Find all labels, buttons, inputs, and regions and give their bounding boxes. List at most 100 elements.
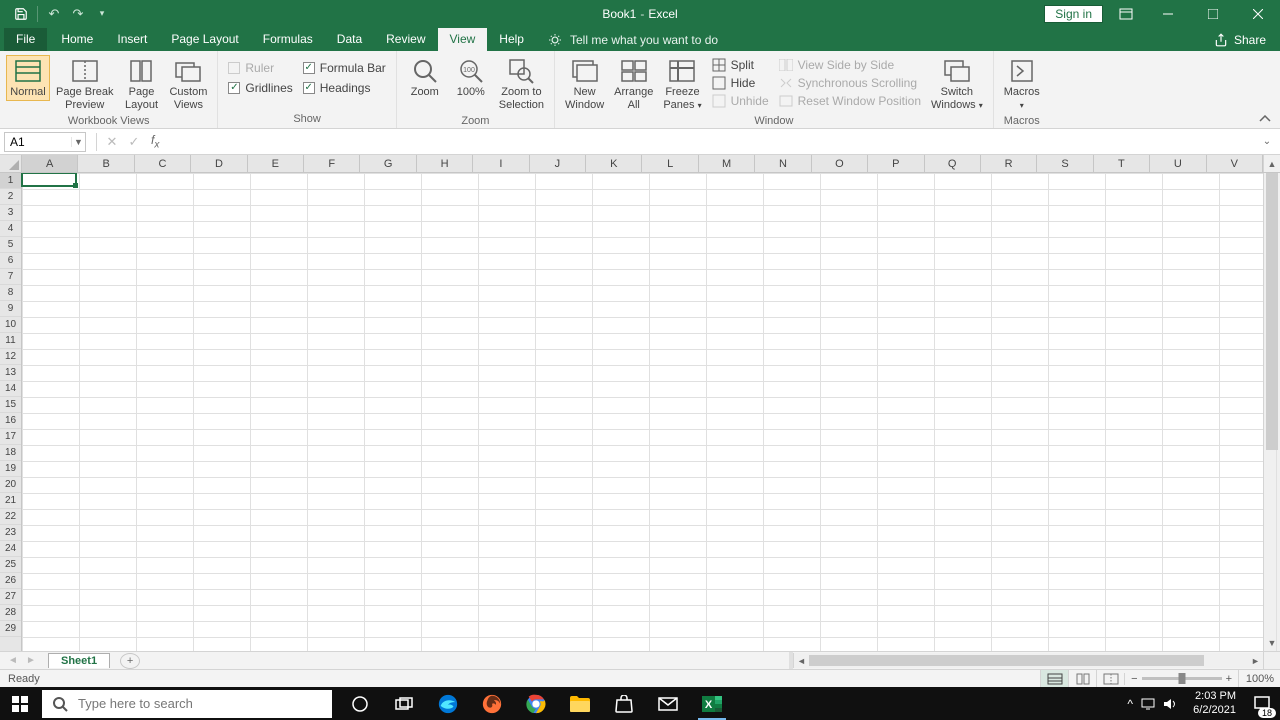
name-box-dropdown[interactable]: ▼: [71, 137, 85, 147]
page-break-preview-button[interactable]: Page Break Preview: [52, 55, 117, 113]
column-header[interactable]: F: [304, 155, 360, 172]
custom-views-button[interactable]: Custom Views: [165, 55, 211, 113]
close-button[interactable]: [1235, 0, 1280, 27]
mail-icon[interactable]: [648, 687, 688, 720]
row-header[interactable]: 14: [0, 381, 21, 397]
tab-file[interactable]: File: [4, 28, 47, 51]
row-header[interactable]: 10: [0, 317, 21, 333]
taskbar-clock[interactable]: 2:03 PM 6/2/2021: [1185, 690, 1244, 716]
vertical-scroll-thumb[interactable]: [1266, 173, 1278, 450]
switch-windows-button[interactable]: Switch Windows ▾: [927, 55, 987, 113]
taskbar-search[interactable]: Type here to search: [42, 690, 332, 718]
save-button[interactable]: [10, 3, 32, 25]
zoom-to-selection-button[interactable]: Zoom to Selection: [495, 55, 548, 113]
file-explorer-icon[interactable]: [560, 687, 600, 720]
page-layout-view-button[interactable]: Page Layout: [119, 55, 163, 113]
tray-volume-icon[interactable]: [1163, 698, 1185, 710]
zoom-100-button[interactable]: 100 100%: [449, 55, 493, 101]
formula-input[interactable]: [165, 132, 1258, 152]
zoom-out-button[interactable]: −: [1131, 673, 1137, 685]
row-header[interactable]: 21: [0, 493, 21, 509]
zoom-percentage[interactable]: 100%: [1238, 670, 1280, 687]
macros-button[interactable]: Macros▾: [1000, 55, 1044, 113]
column-header[interactable]: O: [812, 155, 868, 172]
split-button[interactable]: Split: [708, 57, 773, 73]
undo-button[interactable]: ↶: [43, 3, 65, 25]
row-header[interactable]: 26: [0, 573, 21, 589]
headings-checkbox[interactable]: Headings: [303, 81, 386, 95]
column-header[interactable]: S: [1037, 155, 1093, 172]
task-view-icon[interactable]: [384, 687, 424, 720]
column-header[interactable]: N: [755, 155, 811, 172]
row-header[interactable]: 25: [0, 557, 21, 573]
horizontal-scroll-thumb[interactable]: [809, 655, 1204, 666]
row-header[interactable]: 7: [0, 269, 21, 285]
scroll-left-button[interactable]: ◄: [794, 653, 809, 668]
scroll-down-button[interactable]: ▼: [1264, 634, 1280, 651]
cortana-icon[interactable]: [340, 687, 380, 720]
gridlines-checkbox[interactable]: Gridlines: [228, 81, 292, 95]
row-header[interactable]: 9: [0, 301, 21, 317]
row-header[interactable]: 11: [0, 333, 21, 349]
column-header[interactable]: B: [78, 155, 134, 172]
column-header[interactable]: T: [1094, 155, 1150, 172]
tab-help[interactable]: Help: [487, 28, 536, 51]
zoom-slider-knob[interactable]: [1178, 673, 1185, 684]
zoom-in-button[interactable]: +: [1226, 673, 1232, 685]
redo-button[interactable]: ↷: [67, 3, 89, 25]
row-header[interactable]: 1: [0, 173, 21, 189]
normal-view-shortcut[interactable]: [1040, 670, 1068, 688]
row-header[interactable]: 3: [0, 205, 21, 221]
row-header[interactable]: 18: [0, 445, 21, 461]
tray-network-icon[interactable]: [1141, 698, 1163, 710]
horizontal-scrollbar[interactable]: ◄ ►: [793, 653, 1263, 668]
tab-review[interactable]: Review: [374, 28, 437, 51]
column-header[interactable]: I: [473, 155, 529, 172]
formula-bar-checkbox[interactable]: Formula Bar: [303, 61, 386, 75]
expand-formula-bar-button[interactable]: ⌄: [1258, 136, 1276, 147]
row-header[interactable]: 6: [0, 253, 21, 269]
ribbon-display-options-button[interactable]: [1111, 3, 1141, 25]
row-header[interactable]: 16: [0, 413, 21, 429]
zoom-slider[interactable]: [1142, 677, 1222, 680]
column-header[interactable]: A: [22, 155, 78, 172]
store-icon[interactable]: [604, 687, 644, 720]
row-header[interactable]: 4: [0, 221, 21, 237]
row-header[interactable]: 29: [0, 621, 21, 637]
column-header[interactable]: J: [530, 155, 586, 172]
row-header[interactable]: 13: [0, 365, 21, 381]
row-header[interactable]: 27: [0, 589, 21, 605]
row-header[interactable]: 28: [0, 605, 21, 621]
zoom-button[interactable]: Zoom: [403, 55, 447, 101]
sheet-tab-sheet1[interactable]: Sheet1: [48, 653, 110, 668]
arrange-all-button[interactable]: Arrange All: [610, 55, 657, 113]
tab-insert[interactable]: Insert: [105, 28, 159, 51]
row-header[interactable]: 17: [0, 429, 21, 445]
scroll-right-button[interactable]: ►: [1248, 653, 1263, 668]
share-button[interactable]: Share: [1214, 33, 1280, 51]
tab-home[interactable]: Home: [49, 28, 105, 51]
active-cell[interactable]: [21, 173, 77, 187]
vertical-scrollbar[interactable]: ▼: [1263, 173, 1280, 651]
page-layout-shortcut[interactable]: [1068, 670, 1096, 688]
qat-customize-button[interactable]: ▾: [91, 3, 113, 25]
excel-taskbar-icon[interactable]: X: [692, 687, 732, 720]
column-header[interactable]: E: [248, 155, 304, 172]
column-header[interactable]: H: [417, 155, 473, 172]
scroll-up-button[interactable]: ▲: [1264, 155, 1280, 172]
cells-area[interactable]: [22, 173, 1263, 651]
row-header[interactable]: 2: [0, 189, 21, 205]
normal-view-button[interactable]: Normal: [6, 55, 50, 101]
sign-in-button[interactable]: Sign in: [1044, 5, 1103, 23]
column-header[interactable]: Q: [925, 155, 981, 172]
hide-button[interactable]: Hide: [708, 75, 773, 91]
sheet-nav-next[interactable]: ►: [22, 655, 40, 666]
edge-icon[interactable]: [428, 687, 468, 720]
new-window-button[interactable]: New Window: [561, 55, 608, 113]
column-header[interactable]: R: [981, 155, 1037, 172]
row-header[interactable]: 23: [0, 525, 21, 541]
row-header[interactable]: 20: [0, 477, 21, 493]
chrome-icon[interactable]: [516, 687, 556, 720]
select-all-button[interactable]: [0, 155, 22, 172]
row-header[interactable]: 15: [0, 397, 21, 413]
